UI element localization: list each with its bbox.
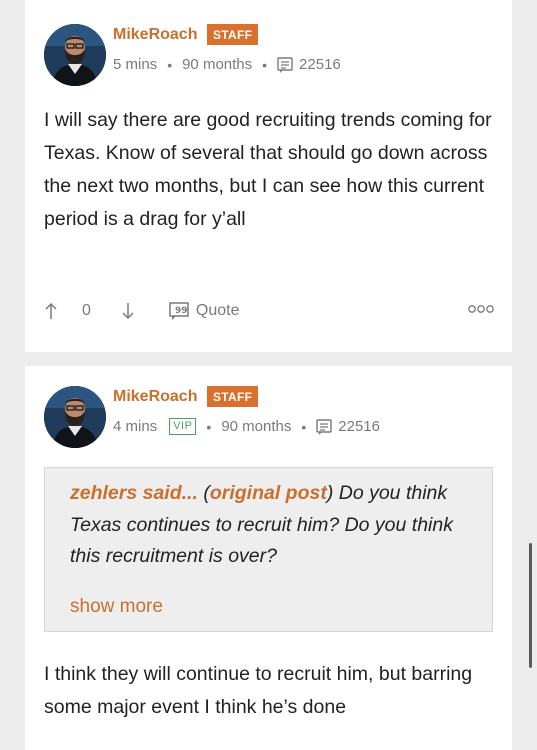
downvote-icon[interactable] bbox=[121, 302, 135, 320]
messages-icon bbox=[316, 418, 332, 435]
separator-dot: • bbox=[301, 418, 307, 435]
quote-text: zehlers said... (original post) Do you t… bbox=[70, 482, 453, 567]
member-tenure: 90 months bbox=[221, 418, 292, 435]
post-time[interactable]: 5 mins bbox=[113, 56, 157, 73]
vote-count: 0 bbox=[82, 302, 91, 319]
vip-badge: VIP bbox=[169, 418, 197, 435]
post-count: 22516 bbox=[338, 418, 380, 435]
post-actions: 0 99 Quote bbox=[44, 302, 494, 320]
svg-text:99: 99 bbox=[175, 306, 188, 316]
separator-dot: • bbox=[167, 56, 173, 73]
quote-icon[interactable]: 99 bbox=[169, 302, 189, 320]
post-meta: 5 mins • 90 months • 22516 bbox=[113, 56, 341, 73]
original-post-link[interactable]: original post bbox=[210, 482, 327, 504]
post-card: MikeRoach STAFF 5 mins • 90 months • 225… bbox=[25, 0, 512, 352]
member-tenure: 90 months bbox=[182, 56, 253, 73]
staff-badge: STAFF bbox=[207, 24, 259, 45]
post-body: I think they will continue to recruit hi… bbox=[44, 663, 473, 718]
user-avatar[interactable] bbox=[44, 24, 106, 86]
user-avatar[interactable] bbox=[44, 386, 106, 448]
upvote-icon[interactable] bbox=[44, 302, 58, 320]
post-meta: 4 mins VIP • 90 months • 22516 bbox=[113, 418, 380, 435]
quote-block: zehlers said... (original post) Do you t… bbox=[44, 467, 493, 632]
scrollbar[interactable] bbox=[529, 543, 532, 668]
quote-author[interactable]: zehlers said... bbox=[70, 482, 198, 504]
post-card: MikeRoach STAFF 4 mins VIP • 90 months •… bbox=[25, 366, 512, 750]
username[interactable]: MikeRoach bbox=[113, 26, 197, 44]
post-time[interactable]: 4 mins bbox=[113, 418, 157, 435]
show-more-link[interactable]: show more bbox=[70, 596, 163, 618]
post-count: 22516 bbox=[299, 56, 341, 73]
quote-button[interactable]: Quote bbox=[196, 302, 240, 320]
username[interactable]: MikeRoach bbox=[113, 388, 197, 406]
more-options-icon[interactable] bbox=[468, 304, 494, 314]
messages-icon bbox=[277, 56, 293, 73]
separator-dot: • bbox=[206, 418, 212, 435]
post-body: I will say there are good recruiting tre… bbox=[44, 109, 492, 230]
staff-badge: STAFF bbox=[207, 386, 259, 407]
separator-dot: • bbox=[262, 56, 268, 73]
